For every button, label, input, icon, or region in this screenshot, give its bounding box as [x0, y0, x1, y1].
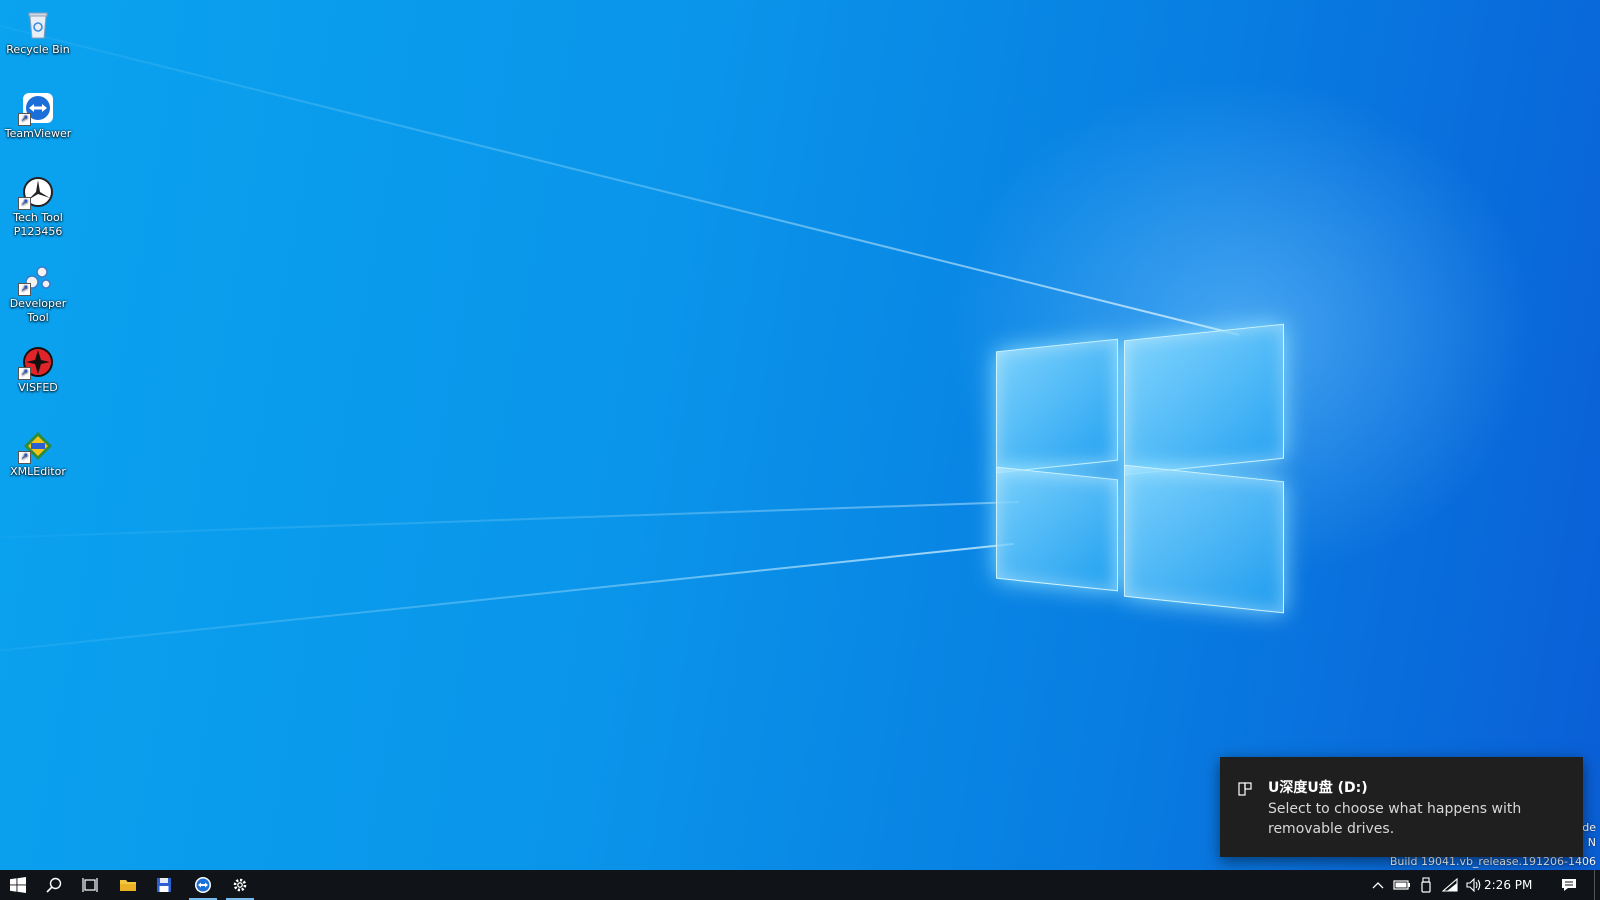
volume-tray-button[interactable]: [1462, 870, 1486, 900]
desktop-wallpaper: [0, 0, 1600, 870]
tech-tool-icon: ↗: [18, 176, 54, 210]
taskbar-clock[interactable]: 2:26 PM: [1484, 870, 1532, 900]
xml-editor-icon: ↗: [18, 430, 54, 464]
wifi-icon: [1442, 878, 1458, 892]
light-beam: [0, 542, 1014, 662]
visfed-icon: ↗: [18, 346, 54, 380]
logo-pane: [1124, 323, 1284, 476]
battery-tray-button[interactable]: [1390, 870, 1414, 900]
action-center-button[interactable]: [1554, 870, 1584, 900]
task-view-icon: [82, 878, 98, 892]
show-hidden-icons-button[interactable]: [1366, 870, 1390, 900]
start-icon: [10, 877, 26, 893]
desktop-icon-xml-editor[interactable]: ↗ XMLEditor: [2, 424, 74, 479]
logo-pane: [996, 338, 1118, 474]
shortcut-arrow-icon: ↗: [18, 367, 31, 380]
watermark-line: de: [1582, 821, 1596, 834]
logo-pane: [1124, 464, 1284, 614]
search-icon: [46, 877, 62, 893]
show-desktop-button[interactable]: [1594, 870, 1600, 900]
logo-pane: [996, 466, 1118, 592]
teamviewer-icon: ↗: [18, 92, 54, 126]
desktop-icon-teamviewer[interactable]: ↗ TeamViewer: [2, 86, 74, 141]
shortcut-arrow-icon: ↗: [18, 197, 31, 210]
desktop-icon-label: Developer Tool: [9, 297, 67, 324]
usb-tray-button[interactable]: [1414, 870, 1438, 900]
task-view-button[interactable]: [72, 870, 108, 900]
notification-body: Select to choose what happens with remov…: [1268, 801, 1522, 837]
file-explorer-icon: [120, 880, 136, 891]
notification-title: U深度U盘 (D:): [1268, 780, 1368, 796]
desktop-icon-label: Tech Tool P123456: [13, 211, 63, 238]
desktop-icon-developer-tool[interactable]: ↗ Developer Tool: [2, 256, 74, 325]
start-button[interactable]: [0, 870, 36, 900]
shortcut-arrow-icon: ↗: [18, 451, 31, 464]
light-beam: [0, 500, 1020, 542]
developer-tool-icon: ↗: [18, 262, 54, 296]
shortcut-arrow-icon: ↗: [18, 113, 31, 126]
battery-icon: [1393, 880, 1410, 890]
chevron-up-icon: [1372, 882, 1384, 889]
recycle-bin-icon: [22, 8, 54, 40]
teamviewer-taskbar-button[interactable]: [185, 870, 221, 900]
teamviewer-icon: [195, 877, 211, 893]
search-button[interactable]: [36, 870, 72, 900]
shortcut-arrow-icon: ↗: [18, 283, 31, 296]
light-beam: [0, 0, 1240, 336]
notification-center-icon: [1562, 879, 1576, 891]
save-app-icon: [157, 878, 171, 892]
taskbar: 2:26 PM: [0, 870, 1600, 900]
file-explorer-button[interactable]: [110, 870, 146, 900]
volume-icon: [1466, 878, 1481, 892]
desktop-icon-tech-tool[interactable]: ↗ Tech Tool P123456: [2, 170, 74, 239]
usb-icon: [1421, 877, 1431, 893]
desktop-icon-label: Recycle Bin: [6, 43, 70, 56]
desktop-icon-label: TeamViewer: [4, 127, 72, 140]
removable-drive-notification[interactable]: U深度U盘 (D:) Select to choose what happens…: [1220, 757, 1583, 857]
settings-taskbar-button[interactable]: [222, 870, 258, 900]
desktop-icon-recycle-bin[interactable]: Recycle Bin: [2, 2, 74, 57]
watermark-line: N: [1587, 836, 1596, 849]
desktop-icon-label: XMLEditor: [10, 465, 66, 478]
desktop-icon-label: VISFED: [18, 381, 58, 394]
settings-gear-icon: [233, 878, 247, 892]
desktop-icon-visfed[interactable]: ↗ VISFED: [2, 340, 74, 395]
usb-drive-icon: [1238, 781, 1252, 796]
save-app-button[interactable]: [146, 870, 182, 900]
network-tray-button[interactable]: [1438, 870, 1462, 900]
